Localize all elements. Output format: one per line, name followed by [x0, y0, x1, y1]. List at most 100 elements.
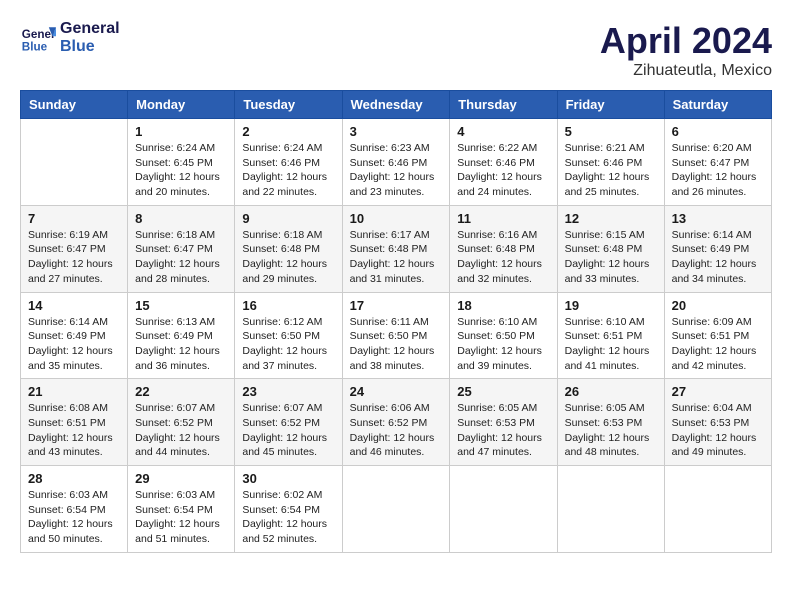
day-number: 4	[457, 124, 549, 139]
col-thursday: Thursday	[450, 91, 557, 119]
day-number: 18	[457, 298, 549, 313]
day-number: 24	[350, 384, 443, 399]
calendar-cell: 23Sunrise: 6:07 AMSunset: 6:52 PMDayligh…	[235, 379, 342, 466]
calendar-cell: 5 Sunrise: 6:21 AMSunset: 6:46 PMDaylight…	[557, 119, 664, 206]
day-info: Sunrise: 6:19 AMSunset: 6:47 PMDaylight:…	[28, 228, 120, 287]
day-number: 2	[242, 124, 334, 139]
day-number: 6	[672, 124, 764, 139]
month-title: April 2024	[600, 20, 772, 62]
day-info: Sunrise: 6:08 AMSunset: 6:51 PMDaylight:…	[28, 401, 120, 460]
calendar-cell: 4 Sunrise: 6:22 AMSunset: 6:46 PMDaylight…	[450, 119, 557, 206]
day-info: Sunrise: 6:18 AMSunset: 6:47 PMDaylight:…	[135, 228, 227, 287]
calendar-cell: 6 Sunrise: 6:20 AMSunset: 6:47 PMDaylight…	[664, 119, 771, 206]
day-number: 5	[565, 124, 657, 139]
calendar-cell: 3Sunrise: 6:23 AMSunset: 6:46 PMDaylight…	[342, 119, 450, 206]
day-info: Sunrise: 6:24 AMSunset: 6:45 PMDaylight:…	[135, 141, 227, 200]
calendar-cell: 8 Sunrise: 6:18 AMSunset: 6:47 PMDaylight…	[128, 205, 235, 292]
calendar-row: 14 Sunrise: 6:14 AMSunset: 6:49 PMDayligh…	[21, 292, 772, 379]
calendar-cell: 24 Sunrise: 6:06 AMSunset: 6:52 PMDayligh…	[342, 379, 450, 466]
calendar-cell: 19 Sunrise: 6:10 AMSunset: 6:51 PMDayligh…	[557, 292, 664, 379]
calendar-cell: 14 Sunrise: 6:14 AMSunset: 6:49 PMDayligh…	[21, 292, 128, 379]
day-number: 27	[672, 384, 764, 399]
day-number: 8	[135, 211, 227, 226]
logo-icon: General Blue	[20, 20, 56, 56]
day-number: 11	[457, 211, 549, 226]
day-number: 22	[135, 384, 227, 399]
calendar-header-row: Sunday Monday Tuesday Wednesday Thursday…	[21, 91, 772, 119]
calendar-cell: 22 Sunrise: 6:07 AMSunset: 6:52 PMDayligh…	[128, 379, 235, 466]
calendar-cell: 26 Sunrise: 6:05 AMSunset: 6:53 PMDayligh…	[557, 379, 664, 466]
calendar-cell: 9 Sunrise: 6:18 AMSunset: 6:48 PMDaylight…	[235, 205, 342, 292]
day-number: 1	[135, 124, 227, 139]
day-number: 26	[565, 384, 657, 399]
calendar-table: Sunday Monday Tuesday Wednesday Thursday…	[20, 90, 772, 553]
col-tuesday: Tuesday	[235, 91, 342, 119]
day-number: 30	[242, 471, 334, 486]
day-info: Sunrise: 6:24 AMSunset: 6:46 PMDaylight:…	[242, 141, 334, 200]
day-info: Sunrise: 6:23 AMSunset: 6:46 PMDaylight:…	[350, 141, 443, 200]
day-info: Sunrise: 6:02 AMSunset: 6:54 PMDaylight:…	[242, 488, 334, 547]
logo-blue: Blue	[60, 38, 120, 56]
day-info: Sunrise: 6:10 AMSunset: 6:51 PMDaylight:…	[565, 315, 657, 374]
calendar-body: 1 Sunrise: 6:24 AMSunset: 6:45 PMDaylight…	[21, 119, 772, 553]
calendar-cell: 13Sunrise: 6:14 AMSunset: 6:49 PMDayligh…	[664, 205, 771, 292]
day-number: 20	[672, 298, 764, 313]
calendar-cell: 15Sunrise: 6:13 AMSunset: 6:49 PMDayligh…	[128, 292, 235, 379]
day-info: Sunrise: 6:09 AMSunset: 6:51 PMDaylight:…	[672, 315, 764, 374]
calendar-cell	[21, 119, 128, 206]
day-info: Sunrise: 6:03 AMSunset: 6:54 PMDaylight:…	[135, 488, 227, 547]
day-number: 10	[350, 211, 443, 226]
col-friday: Friday	[557, 91, 664, 119]
svg-text:Blue: Blue	[22, 41, 48, 54]
day-number: 28	[28, 471, 120, 486]
day-number: 12	[565, 211, 657, 226]
day-number: 15	[135, 298, 227, 313]
day-info: Sunrise: 6:18 AMSunset: 6:48 PMDaylight:…	[242, 228, 334, 287]
day-info: Sunrise: 6:11 AMSunset: 6:50 PMDaylight:…	[350, 315, 443, 374]
day-info: Sunrise: 6:22 AMSunset: 6:46 PMDaylight:…	[457, 141, 549, 200]
day-info: Sunrise: 6:16 AMSunset: 6:48 PMDaylight:…	[457, 228, 549, 287]
day-number: 7	[28, 211, 120, 226]
day-info: Sunrise: 6:07 AMSunset: 6:52 PMDaylight:…	[135, 401, 227, 460]
calendar-cell	[557, 466, 664, 553]
day-info: Sunrise: 6:14 AMSunset: 6:49 PMDaylight:…	[28, 315, 120, 374]
day-info: Sunrise: 6:03 AMSunset: 6:54 PMDaylight:…	[28, 488, 120, 547]
calendar-cell: 27 Sunrise: 6:04 AMSunset: 6:53 PMDayligh…	[664, 379, 771, 466]
calendar-cell: 11 Sunrise: 6:16 AMSunset: 6:48 PMDayligh…	[450, 205, 557, 292]
calendar-cell: 10 Sunrise: 6:17 AMSunset: 6:48 PMDayligh…	[342, 205, 450, 292]
day-number: 9	[242, 211, 334, 226]
day-info: Sunrise: 6:06 AMSunset: 6:52 PMDaylight:…	[350, 401, 443, 460]
day-info: Sunrise: 6:07 AMSunset: 6:52 PMDaylight:…	[242, 401, 334, 460]
day-number: 25	[457, 384, 549, 399]
col-sunday: Sunday	[21, 91, 128, 119]
day-info: Sunrise: 6:21 AMSunset: 6:46 PMDaylight:…	[565, 141, 657, 200]
day-info: Sunrise: 6:05 AMSunset: 6:53 PMDaylight:…	[457, 401, 549, 460]
col-monday: Monday	[128, 91, 235, 119]
day-number: 19	[565, 298, 657, 313]
calendar-cell	[664, 466, 771, 553]
day-number: 13	[672, 211, 764, 226]
day-number: 29	[135, 471, 227, 486]
calendar-cell: 29 Sunrise: 6:03 AMSunset: 6:54 PMDayligh…	[128, 466, 235, 553]
day-info: Sunrise: 6:15 AMSunset: 6:48 PMDaylight:…	[565, 228, 657, 287]
calendar-cell	[342, 466, 450, 553]
calendar-cell: 20 Sunrise: 6:09 AMSunset: 6:51 PMDayligh…	[664, 292, 771, 379]
location: Zihuateutla, Mexico	[600, 62, 772, 80]
calendar-cell: 30 Sunrise: 6:02 AMSunset: 6:54 PMDayligh…	[235, 466, 342, 553]
day-info: Sunrise: 6:04 AMSunset: 6:53 PMDaylight:…	[672, 401, 764, 460]
day-info: Sunrise: 6:20 AMSunset: 6:47 PMDaylight:…	[672, 141, 764, 200]
day-info: Sunrise: 6:10 AMSunset: 6:50 PMDaylight:…	[457, 315, 549, 374]
calendar-cell: 18 Sunrise: 6:10 AMSunset: 6:50 PMDayligh…	[450, 292, 557, 379]
calendar-row: 28 Sunrise: 6:03 AMSunset: 6:54 PMDayligh…	[21, 466, 772, 553]
calendar-row: 21Sunrise: 6:08 AMSunset: 6:51 PMDayligh…	[21, 379, 772, 466]
logo: General Blue General Blue	[20, 20, 120, 56]
day-info: Sunrise: 6:05 AMSunset: 6:53 PMDaylight:…	[565, 401, 657, 460]
day-number: 14	[28, 298, 120, 313]
day-number: 17	[350, 298, 443, 313]
day-info: Sunrise: 6:17 AMSunset: 6:48 PMDaylight:…	[350, 228, 443, 287]
page-header: General Blue General Blue April 2024 Zih…	[20, 20, 772, 80]
calendar-cell	[450, 466, 557, 553]
calendar-cell: 1 Sunrise: 6:24 AMSunset: 6:45 PMDaylight…	[128, 119, 235, 206]
calendar-row: 7 Sunrise: 6:19 AMSunset: 6:47 PMDaylight…	[21, 205, 772, 292]
calendar-cell: 17 Sunrise: 6:11 AMSunset: 6:50 PMDayligh…	[342, 292, 450, 379]
